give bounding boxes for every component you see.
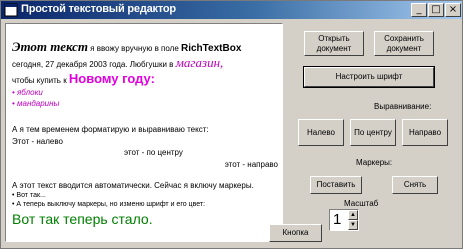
text-line: А этот текст вводится автоматически. Сей… [12, 181, 254, 190]
rich-text-box[interactable]: Этот текст я ввожу вручную в поле RichTe… [5, 23, 283, 242]
font-settings-button[interactable]: Настроить шрифт [303, 66, 435, 88]
place-markers-button[interactable]: Поставить [310, 176, 362, 194]
scale-label: Масштаб [344, 199, 379, 208]
bullet-item: • мандарины [12, 99, 60, 108]
bullet-item: • Вот так... [12, 192, 46, 199]
bold-phrase: RichTextBox [181, 43, 242, 54]
scale-spinner[interactable]: 1 ▲ ▼ [329, 209, 359, 231]
text-run: я ввожу вручную в поле [87, 44, 181, 53]
spin-up-icon[interactable]: ▲ [348, 210, 358, 220]
save-document-button[interactable]: Сохранить документ [374, 31, 434, 56]
knopka-button[interactable]: Кнопка [269, 224, 322, 242]
text-run: чтобы купить к [12, 76, 69, 85]
remove-markers-button[interactable]: Снять [392, 176, 438, 194]
line-3: чтобы купить к Новому году: [12, 70, 155, 88]
green-large-line: Вот так теперь стало. [12, 211, 153, 227]
text-run: Любгушки в [127, 60, 176, 69]
center-aligned-line: этот - по центру [124, 148, 183, 157]
right-aligned-line: этот - направо [224, 160, 278, 169]
markers-label: Маркеры: [356, 158, 393, 167]
scale-value: 1 [333, 211, 342, 228]
text-line: А я тем временем форматирую и выравниваю… [12, 125, 209, 134]
text-run: сегодня, 27 декабря 2003 года. [12, 60, 128, 69]
app-icon [4, 3, 18, 17]
align-left-button[interactable]: Налево [298, 119, 344, 146]
italic-phrase: Этот текст [12, 39, 88, 54]
align-center-button[interactable]: По центру [350, 119, 396, 146]
minimize-icon[interactable]: _ [411, 3, 427, 17]
magenta-bold-phrase: Новому году: [68, 71, 155, 86]
magenta-phrase: магазин, [175, 55, 224, 70]
spin-down-icon[interactable]: ▼ [348, 220, 358, 230]
title-bar: Простой текстовый редактор _ □ × [1, 1, 462, 19]
align-right-button[interactable]: Направо [402, 119, 448, 146]
close-icon[interactable]: × [445, 3, 461, 17]
bullet-item: • А теперь выключу маркеры, но изменю шр… [12, 201, 206, 208]
maximize-icon[interactable]: □ [428, 3, 444, 17]
bullet-item: • яблоки [12, 88, 43, 97]
window-title: Простой текстовый редактор [21, 3, 176, 15]
open-document-button[interactable]: Открыть документ [304, 31, 364, 56]
app-window: Простой текстовый редактор _ □ × Этот те… [0, 0, 463, 249]
align-label: Выравнивание: [374, 102, 432, 111]
left-aligned-line: Этот - налево [12, 137, 63, 146]
